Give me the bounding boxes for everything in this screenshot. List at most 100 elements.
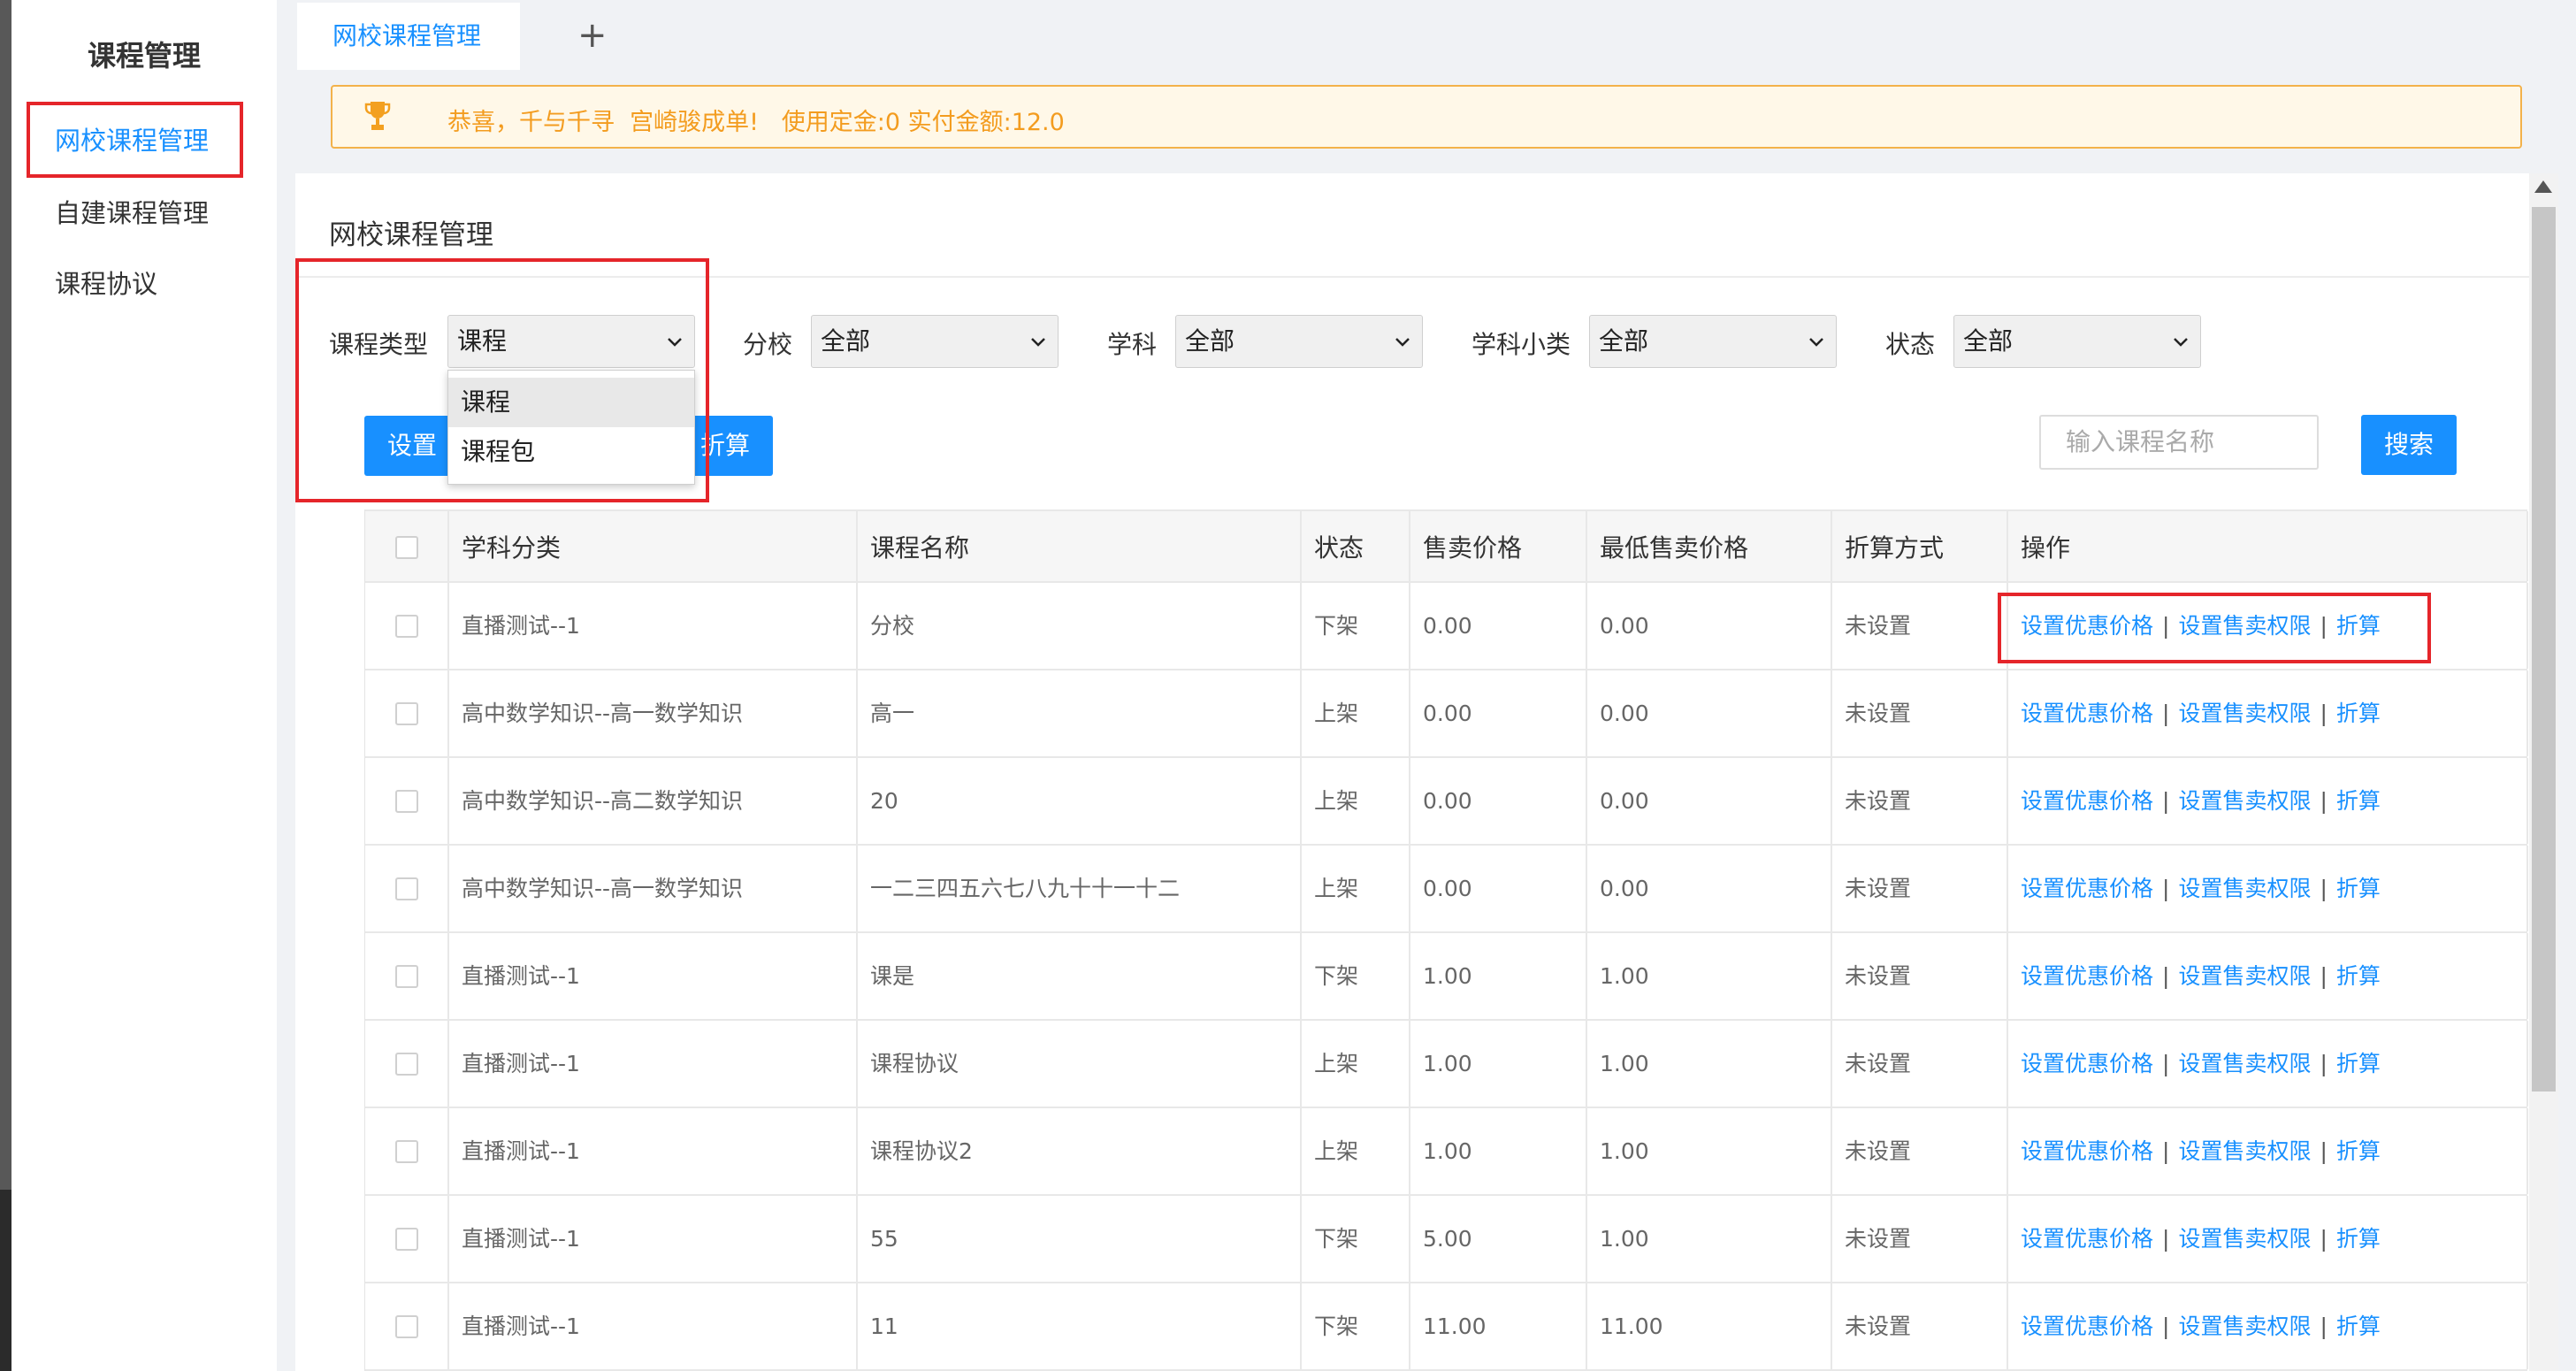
subject-select[interactable]: 全部: [1175, 315, 1423, 368]
cell-subject: 高中数学知识--高一数学知识: [449, 670, 858, 756]
cell-course-name: 课程协议: [858, 1021, 1302, 1107]
row-checkbox[interactable]: [395, 1140, 418, 1163]
cell-min-price: 0.00: [1587, 670, 1832, 756]
header-course-name: 课程名称: [858, 511, 1302, 581]
cell-operations: 设置优惠价格 | 设置售卖权限 | 折算: [2008, 1283, 2528, 1369]
select-all-checkbox[interactable]: [395, 536, 418, 559]
cell-price: 0.00: [1410, 583, 1587, 669]
cell-operations: 设置优惠价格 | 设置售卖权限 | 折算: [2008, 1108, 2528, 1194]
cell-convert-mode: 未设置: [1832, 1021, 2008, 1107]
table-row: 高中数学知识--高二数学知识 20 上架 0.00 0.00 未设置 设置优惠价格 | 设置售卖…: [365, 758, 2528, 846]
order-notice-banner: 恭喜，千与千寻 宫崎骏成单! 使用定金:0 实付金额:12.0: [331, 85, 2522, 149]
table-row: 直播测试--1 55 下架 5.00 1.00 未设置 设置优惠价格 | 设置售卖权限 | 折算: [365, 1196, 2528, 1283]
row-checkbox[interactable]: [395, 615, 418, 638]
row-checkbox[interactable]: [395, 965, 418, 988]
action-separator: |: [2162, 1051, 2170, 1076]
action-separator: |: [2162, 1138, 2170, 1164]
status-label: 状态: [1885, 330, 1936, 359]
search-input[interactable]: 输入课程名称: [2039, 415, 2319, 470]
header-status: 状态: [1302, 511, 1410, 581]
cell-min-price: 0.00: [1587, 758, 1832, 844]
cell-status: 上架: [1302, 1108, 1410, 1194]
convert-link[interactable]: 折算: [2336, 1138, 2381, 1164]
set-discount-price-link[interactable]: 设置优惠价格: [2021, 1226, 2153, 1252]
row-checkbox[interactable]: [395, 1228, 418, 1251]
convert-link[interactable]: 折算: [2336, 963, 2381, 989]
action-separator: |: [2162, 963, 2170, 989]
subject-sub-select[interactable]: 全部: [1589, 315, 1837, 368]
action-separator: |: [2162, 701, 2170, 726]
row-checkbox[interactable]: [395, 790, 418, 813]
notice-text: 恭喜，千与千寻 宫崎骏成单! 使用定金:0 实付金额:12.0: [447, 109, 1065, 136]
set-discount-price-link[interactable]: 设置优惠价格: [2021, 1138, 2153, 1164]
sidebar-item-custom-course[interactable]: 自建课程管理: [55, 193, 209, 230]
row-checkbox[interactable]: [395, 877, 418, 900]
cell-course-name: 高一: [858, 670, 1302, 756]
action-separator: |: [2320, 788, 2328, 814]
cell-subject: 直播测试--1: [449, 1108, 858, 1194]
cell-subject: 高中数学知识--高一数学知识: [449, 846, 858, 931]
set-sale-permission-link[interactable]: 设置售卖权限: [2178, 1051, 2311, 1076]
header-checkbox-cell: [365, 511, 449, 581]
tab-online-course[interactable]: 网校课程管理: [297, 3, 520, 70]
branch-select[interactable]: 全部: [811, 315, 1059, 368]
set-sale-permission-link[interactable]: 设置售卖权限: [2178, 876, 2311, 901]
highlight-course-type: [295, 258, 709, 502]
action-separator: |: [2320, 1314, 2328, 1339]
set-sale-permission-link[interactable]: 设置售卖权限: [2178, 963, 2311, 989]
scrollbar-thumb[interactable]: [2532, 207, 2556, 1091]
cell-status: 上架: [1302, 670, 1410, 756]
cell-min-price: 1.00: [1587, 1196, 1832, 1282]
row-checkbox[interactable]: [395, 1315, 418, 1338]
branch-label: 分校: [743, 330, 793, 359]
set-discount-price-link[interactable]: 设置优惠价格: [2021, 701, 2153, 726]
cell-convert-mode: 未设置: [1832, 1283, 2008, 1369]
vertical-scrollbar[interactable]: [2529, 173, 2558, 1371]
subject-sub-value: 全部: [1599, 326, 1649, 356]
cell-status: 下架: [1302, 1196, 1410, 1282]
row-checkbox-cell: [365, 1196, 449, 1282]
row-checkbox[interactable]: [395, 1053, 418, 1076]
convert-link[interactable]: 折算: [2336, 1226, 2381, 1252]
cell-min-price: 1.00: [1587, 1108, 1832, 1194]
cell-operations: 设置优惠价格 | 设置售卖权限 | 折算: [2008, 758, 2528, 844]
status-select[interactable]: 全部: [1953, 315, 2201, 368]
set-sale-permission-link[interactable]: 设置售卖权限: [2178, 701, 2311, 726]
row-checkbox-cell: [365, 1021, 449, 1107]
chevron-down-icon: [1031, 338, 1045, 347]
search-button[interactable]: 搜索: [2361, 415, 2457, 475]
set-discount-price-link[interactable]: 设置优惠价格: [2021, 963, 2153, 989]
cell-subject: 直播测试--1: [449, 1021, 858, 1107]
page-title: 网校课程管理: [329, 219, 493, 251]
cell-min-price: 1.00: [1587, 933, 1832, 1019]
header-convert-mode: 折算方式: [1832, 511, 2008, 581]
row-checkbox-cell: [365, 583, 449, 669]
set-sale-permission-link[interactable]: 设置售卖权限: [2178, 1138, 2311, 1164]
highlight-row-actions: [1998, 593, 2431, 663]
scroll-up-icon[interactable]: [2534, 180, 2552, 193]
convert-link[interactable]: 折算: [2336, 876, 2381, 901]
set-discount-price-link[interactable]: 设置优惠价格: [2021, 1314, 2153, 1339]
action-separator: |: [2162, 1226, 2170, 1252]
convert-link[interactable]: 折算: [2336, 788, 2381, 814]
cell-status: 下架: [1302, 933, 1410, 1019]
action-separator: |: [2320, 701, 2328, 726]
add-tab-button[interactable]: +: [577, 14, 608, 57]
set-discount-price-link[interactable]: 设置优惠价格: [2021, 1051, 2153, 1076]
cell-price: 0.00: [1410, 758, 1587, 844]
set-sale-permission-link[interactable]: 设置售卖权限: [2178, 1314, 2311, 1339]
set-discount-price-link[interactable]: 设置优惠价格: [2021, 788, 2153, 814]
row-checkbox-cell: [365, 1283, 449, 1369]
cell-status: 下架: [1302, 583, 1410, 669]
set-sale-permission-link[interactable]: 设置售卖权限: [2178, 1226, 2311, 1252]
action-separator: |: [2162, 876, 2170, 901]
row-checkbox[interactable]: [395, 702, 418, 725]
cell-price: 5.00: [1410, 1196, 1587, 1282]
convert-link[interactable]: 折算: [2336, 1314, 2381, 1339]
convert-link[interactable]: 折算: [2336, 1051, 2381, 1076]
sidebar-item-course-agreement[interactable]: 课程协议: [55, 264, 157, 301]
convert-link[interactable]: 折算: [2336, 701, 2381, 726]
set-discount-price-link[interactable]: 设置优惠价格: [2021, 876, 2153, 901]
set-sale-permission-link[interactable]: 设置售卖权限: [2178, 788, 2311, 814]
cell-operations: 设置优惠价格 | 设置售卖权限 | 折算: [2008, 933, 2528, 1019]
